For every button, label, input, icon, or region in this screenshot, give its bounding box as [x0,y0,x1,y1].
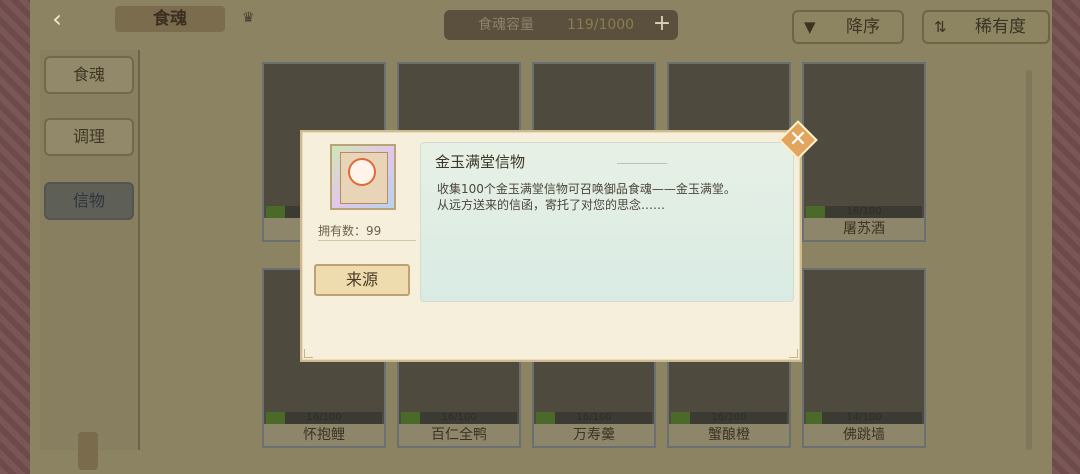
sort-rarity-label: 稀有度 [975,17,1026,37]
card[interactable]: 16/100 屠苏酒 [802,62,926,242]
card-name: 万寿羹 [534,424,654,446]
token-letter-icon [330,144,396,210]
corner-ornament [789,349,798,358]
card-name: 怀抱鲤 [264,424,384,446]
page-title: 食魂 [115,6,225,32]
sidebar-item-cooking[interactable]: 调理 [44,118,134,156]
crown-icon: ♛ [242,10,255,26]
plus-icon[interactable]: + [650,13,674,37]
item-detail-dialog: 拥有数：99 来源 金玉满堂信物 收集100个金玉满堂信物可召唤御品食魂——金玉… [300,130,802,362]
progress-text: 16/100 [306,412,342,423]
progress-text: 16/100 [846,206,882,217]
card[interactable]: 14/100 佛跳墙 [802,268,926,448]
sort-arrows-icon: ⇅ [934,18,947,36]
owned-count: 拥有数：99 [318,222,416,241]
progress-bar: 16/100 [401,412,517,424]
capacity-value: 119/1000 [567,17,635,33]
capacity-display: 食魂容量 119/1000 + [444,10,678,40]
close-x-icon[interactable]: ✕ [778,120,818,160]
triangle-down-icon: ▼ [804,18,816,36]
progress-bar: 16/100 [806,206,922,218]
progress-text: 16/100 [711,412,747,423]
card-name: 佛跳墙 [804,424,924,446]
card-name: 百仁全鸭 [399,424,519,446]
progress-bar: 14/100 [806,412,922,424]
sidebar-item-souls[interactable]: 食魂 [44,56,134,94]
progress-bar: 16/100 [266,412,382,424]
card-name: 屠苏酒 [804,218,924,240]
back-arrow-icon[interactable]: ‹ [42,6,72,32]
sidebar-item-tokens[interactable]: 信物 [44,182,134,220]
scrollbar[interactable] [1026,70,1032,450]
item-description-line2: 从远方送来的信函，寄托了对您的思念…… [437,198,666,212]
progress-bar: 16/100 [536,412,652,424]
corner-ornament [304,349,313,358]
progress-bar: 16/100 [671,412,787,424]
sort-order-label: 降序 [846,17,880,37]
sort-rarity-button[interactable]: ⇅ 稀有度 [922,10,1050,44]
ornament-icon [78,432,98,470]
progress-text: 16/100 [576,412,612,423]
divider [617,163,667,164]
sidebar: 食魂 调理 信物 [40,50,140,450]
item-name: 金玉满堂信物 [435,153,526,171]
progress-text: 16/100 [441,412,477,423]
description-panel: 金玉满堂信物 收集100个金玉满堂信物可召唤御品食魂——金玉满堂。 从远方送来的… [420,142,794,302]
progress-text: 14/100 [846,412,882,423]
source-button[interactable]: 来源 [314,264,410,296]
item-description-line1: 收集100个金玉满堂信物可召唤御品食魂——金玉满堂。 [437,182,736,196]
item-description: 收集100个金玉满堂信物可召唤御品食魂——金玉满堂。 从远方送来的信函，寄托了对… [437,181,787,213]
capacity-label: 食魂容量 [478,17,534,33]
sort-order-button[interactable]: ▼ 降序 [792,10,904,44]
top-bar: ‹ 食魂 ♛ 食魂容量 119/1000 + ▼ 降序 ⇅ 稀有度 [30,0,1052,50]
card-name: 蟹酿橙 [669,424,789,446]
